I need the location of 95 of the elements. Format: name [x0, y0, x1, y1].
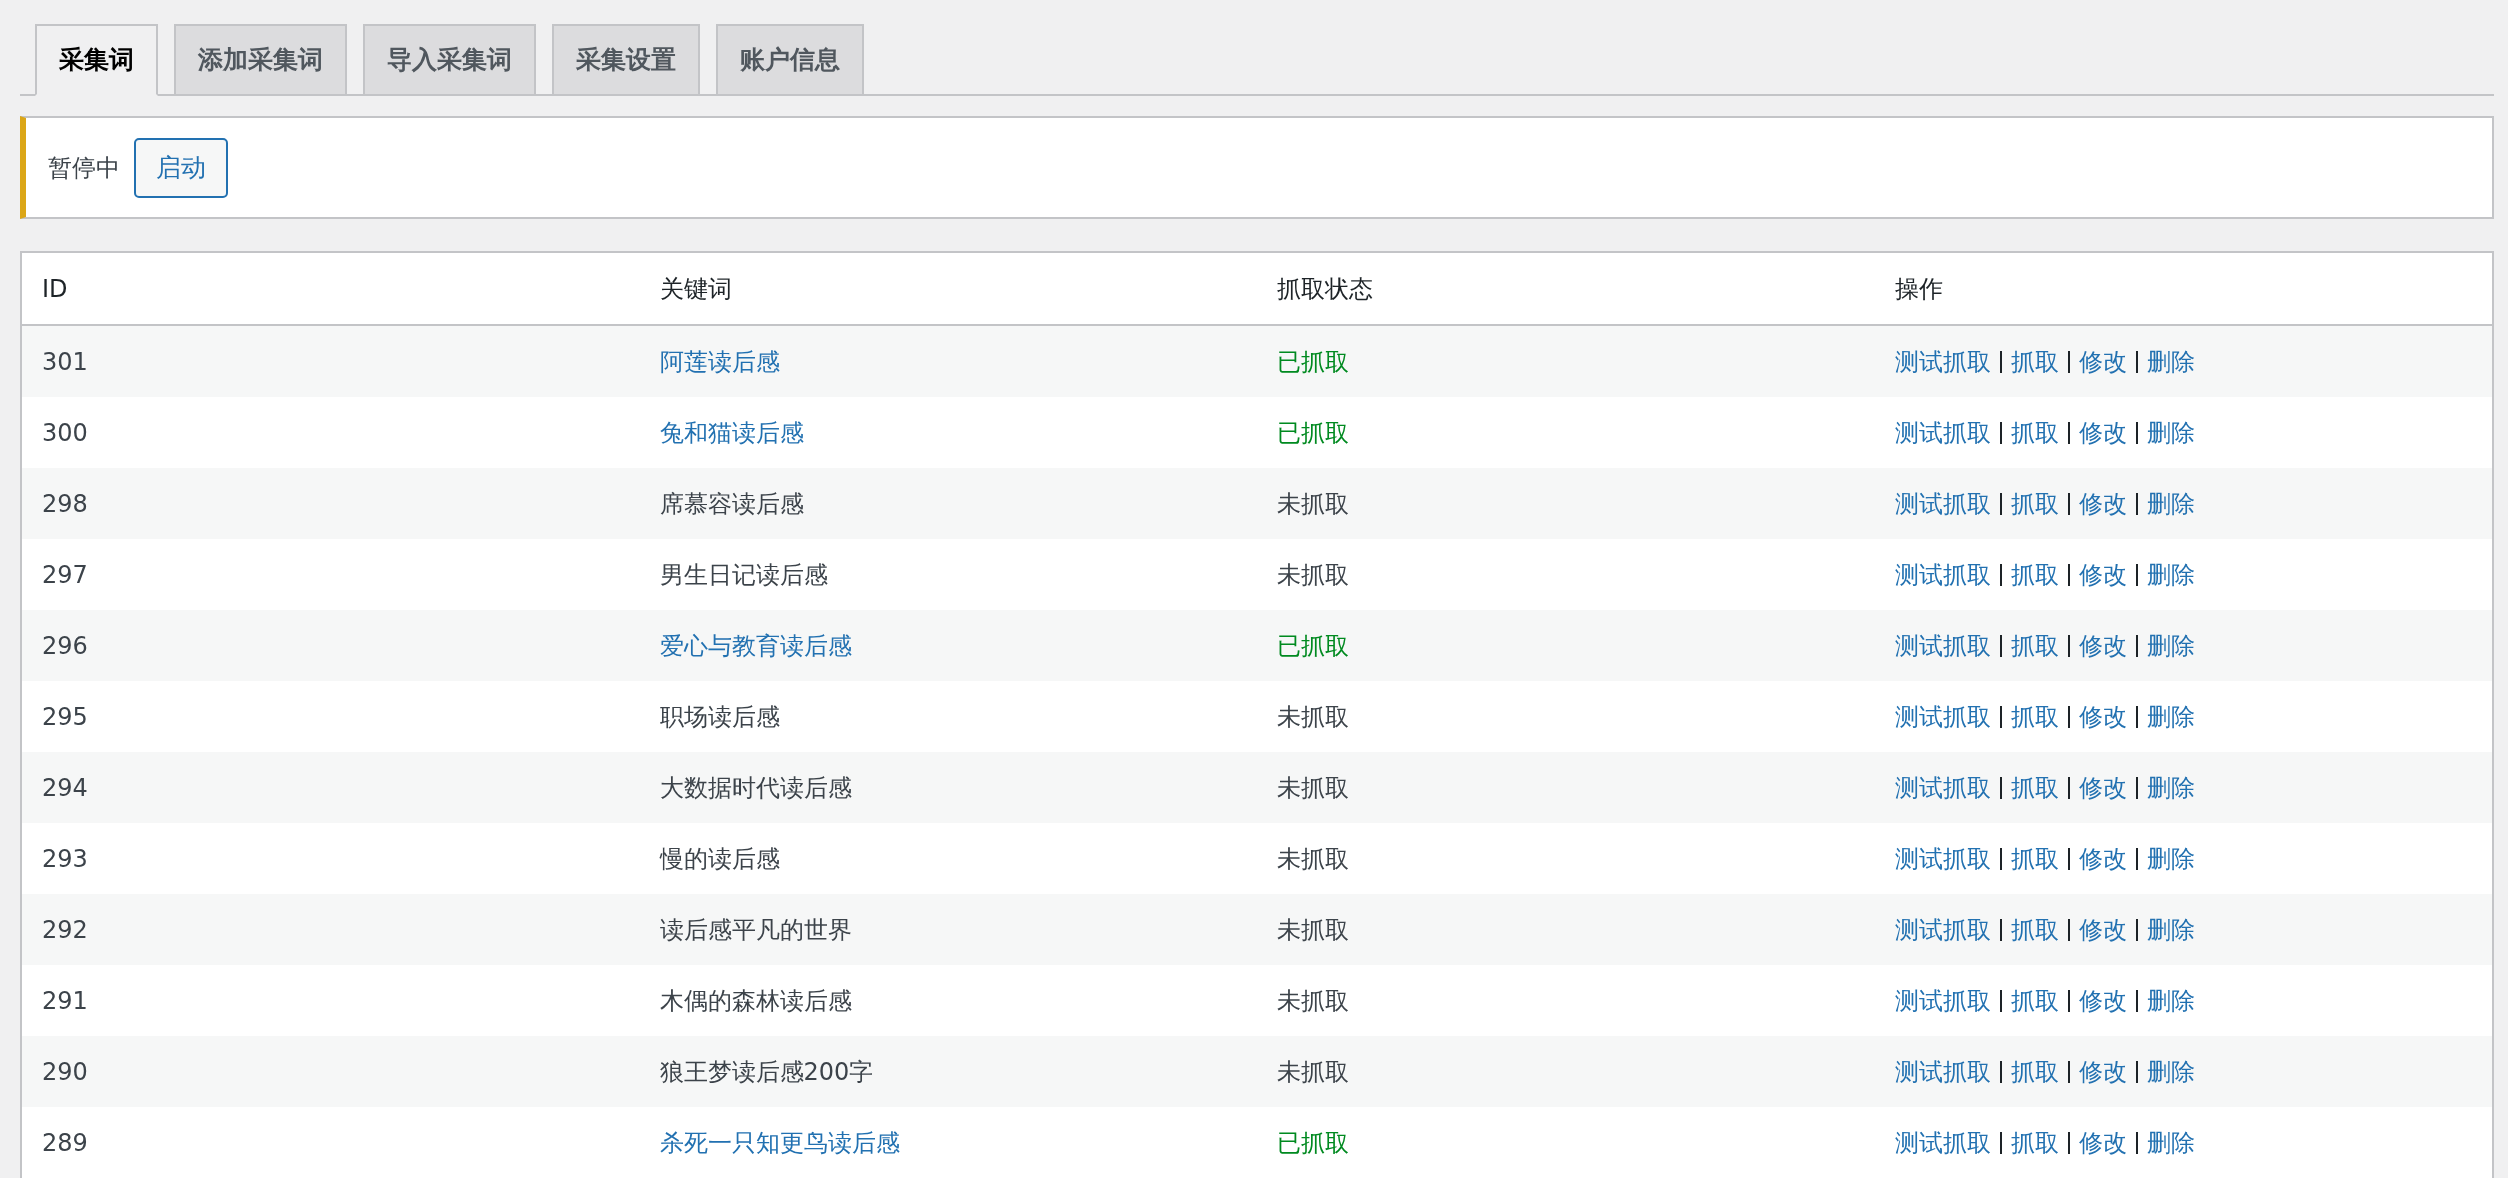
action-link[interactable]: 抓取 — [2010, 915, 2059, 944]
tab[interactable]: 账户信息 — [716, 24, 864, 96]
action-link[interactable]: 删除 — [2146, 489, 2195, 518]
action-link[interactable]: 删除 — [2146, 986, 2195, 1015]
status-cell: 未抓取 — [1277, 489, 1349, 518]
status-cell: 未抓取 — [1277, 773, 1349, 802]
action-link[interactable]: 抓取 — [2010, 631, 2059, 660]
id-cell: 290 — [42, 1057, 88, 1086]
action-link[interactable]: 删除 — [2146, 347, 2195, 376]
keyword-link[interactable]: 阿莲读后感 — [659, 347, 780, 376]
status-cell: 未抓取 — [1277, 1057, 1349, 1086]
action-link[interactable]: 修改 — [2078, 1057, 2127, 1086]
keyword-cell: 木偶的森林读后感 — [659, 986, 852, 1015]
id-cell: 297 — [42, 560, 88, 589]
keyword-link[interactable]: 爱心与教育读后感 — [659, 631, 852, 660]
id-cell: 300 — [42, 418, 88, 447]
status-cell: 未抓取 — [1277, 702, 1349, 731]
action-link[interactable]: 抓取 — [2010, 1057, 2059, 1086]
keyword-cell: 职场读后感 — [659, 702, 780, 731]
keyword-cell: 读后感平凡的世界 — [659, 915, 852, 944]
status-cell: 未抓取 — [1277, 560, 1349, 589]
keyword-cell: 慢的读后感 — [659, 844, 780, 873]
action-link[interactable]: 抓取 — [2010, 702, 2059, 731]
id-cell: 295 — [42, 702, 88, 731]
status-cell: 未抓取 — [1277, 915, 1349, 944]
action-link[interactable]: 测试抓取 — [1894, 844, 1991, 873]
status-cell: 已抓取 — [1277, 1128, 1349, 1157]
keyword-link[interactable]: 兔和猫读后感 — [659, 418, 804, 447]
tab[interactable]: 采集词 — [35, 24, 158, 96]
action-link[interactable]: 测试抓取 — [1894, 489, 1991, 518]
action-link[interactable]: 删除 — [2146, 560, 2195, 589]
action-link[interactable]: 修改 — [2078, 347, 2127, 376]
action-link[interactable]: 删除 — [2146, 1057, 2195, 1086]
action-link[interactable]: 抓取 — [2010, 560, 2059, 589]
keyword-cell: 男生日记读后感 — [659, 560, 828, 589]
id-cell: 292 — [42, 915, 88, 944]
action-link[interactable]: 测试抓取 — [1894, 702, 1991, 731]
keyword-cell: 狼王梦读后感200字 — [659, 1057, 874, 1086]
tab[interactable]: 采集设置 — [552, 24, 700, 96]
action-link[interactable]: 修改 — [2078, 702, 2127, 731]
action-link[interactable]: 抓取 — [2010, 986, 2059, 1015]
action-link[interactable]: 删除 — [2146, 631, 2195, 660]
action-link[interactable]: 修改 — [2078, 560, 2127, 589]
action-link[interactable]: 删除 — [2146, 418, 2195, 447]
status-cell: 未抓取 — [1277, 986, 1349, 1015]
action-link[interactable]: 测试抓取 — [1894, 986, 1991, 1015]
id-cell: 298 — [42, 489, 88, 518]
action-link[interactable]: 抓取 — [2010, 418, 2059, 447]
action-link[interactable]: 测试抓取 — [1894, 915, 1991, 944]
column-header: 操作 — [1893, 273, 1944, 305]
keyword-cell: 大数据时代读后感 — [659, 773, 852, 802]
action-link[interactable]: 修改 — [2078, 915, 2127, 944]
action-link[interactable]: 修改 — [2078, 1128, 2127, 1157]
status-cell: 已抓取 — [1277, 418, 1349, 447]
action-link[interactable]: 修改 — [2078, 773, 2127, 802]
start-button[interactable]: 启动 — [134, 137, 228, 198]
id-cell: 289 — [42, 1128, 88, 1157]
action-link[interactable]: 修改 — [2078, 986, 2127, 1015]
action-link[interactable]: 测试抓取 — [1894, 418, 1991, 447]
action-link[interactable]: 测试抓取 — [1894, 1128, 1991, 1157]
action-link[interactable]: 抓取 — [2010, 347, 2059, 376]
action-link[interactable]: 修改 — [2078, 489, 2127, 518]
column-header: 抓取状态 — [1276, 273, 1374, 305]
status-cell: 已抓取 — [1277, 631, 1349, 660]
action-link[interactable]: 抓取 — [2010, 844, 2059, 873]
keyword-link[interactable]: 杀死一只知更鸟读后感 — [659, 1128, 900, 1157]
column-header: ID — [41, 273, 69, 305]
status-cell: 未抓取 — [1277, 844, 1349, 873]
action-link[interactable]: 删除 — [2146, 915, 2195, 944]
action-link[interactable]: 修改 — [2078, 844, 2127, 873]
id-cell: 291 — [42, 986, 88, 1015]
id-cell: 296 — [42, 631, 88, 660]
id-cell: 301 — [42, 347, 88, 376]
action-link[interactable]: 测试抓取 — [1894, 773, 1991, 802]
action-link[interactable]: 测试抓取 — [1894, 560, 1991, 589]
action-link[interactable]: 修改 — [2078, 631, 2127, 660]
tab[interactable]: 添加采集词 — [174, 24, 347, 96]
action-link[interactable]: 修改 — [2078, 418, 2127, 447]
column-header: 关键词 — [658, 273, 733, 305]
tab[interactable]: 导入采集词 — [363, 24, 536, 96]
keyword-cell: 席慕容读后感 — [659, 489, 804, 518]
action-link[interactable]: 删除 — [2146, 702, 2195, 731]
id-cell: 293 — [42, 844, 88, 873]
action-link[interactable]: 抓取 — [2010, 1128, 2059, 1157]
action-link[interactable]: 抓取 — [2010, 489, 2059, 518]
action-link[interactable]: 删除 — [2146, 844, 2195, 873]
action-link[interactable]: 抓取 — [2010, 773, 2059, 802]
status-text: 暂停中 — [48, 152, 120, 184]
action-link[interactable]: 测试抓取 — [1894, 631, 1991, 660]
status-cell: 已抓取 — [1277, 347, 1349, 376]
id-cell: 294 — [42, 773, 88, 802]
action-link[interactable]: 测试抓取 — [1894, 347, 1991, 376]
action-link[interactable]: 测试抓取 — [1894, 1057, 1991, 1086]
action-link[interactable]: 删除 — [2146, 1128, 2195, 1157]
action-link[interactable]: 删除 — [2146, 773, 2195, 802]
